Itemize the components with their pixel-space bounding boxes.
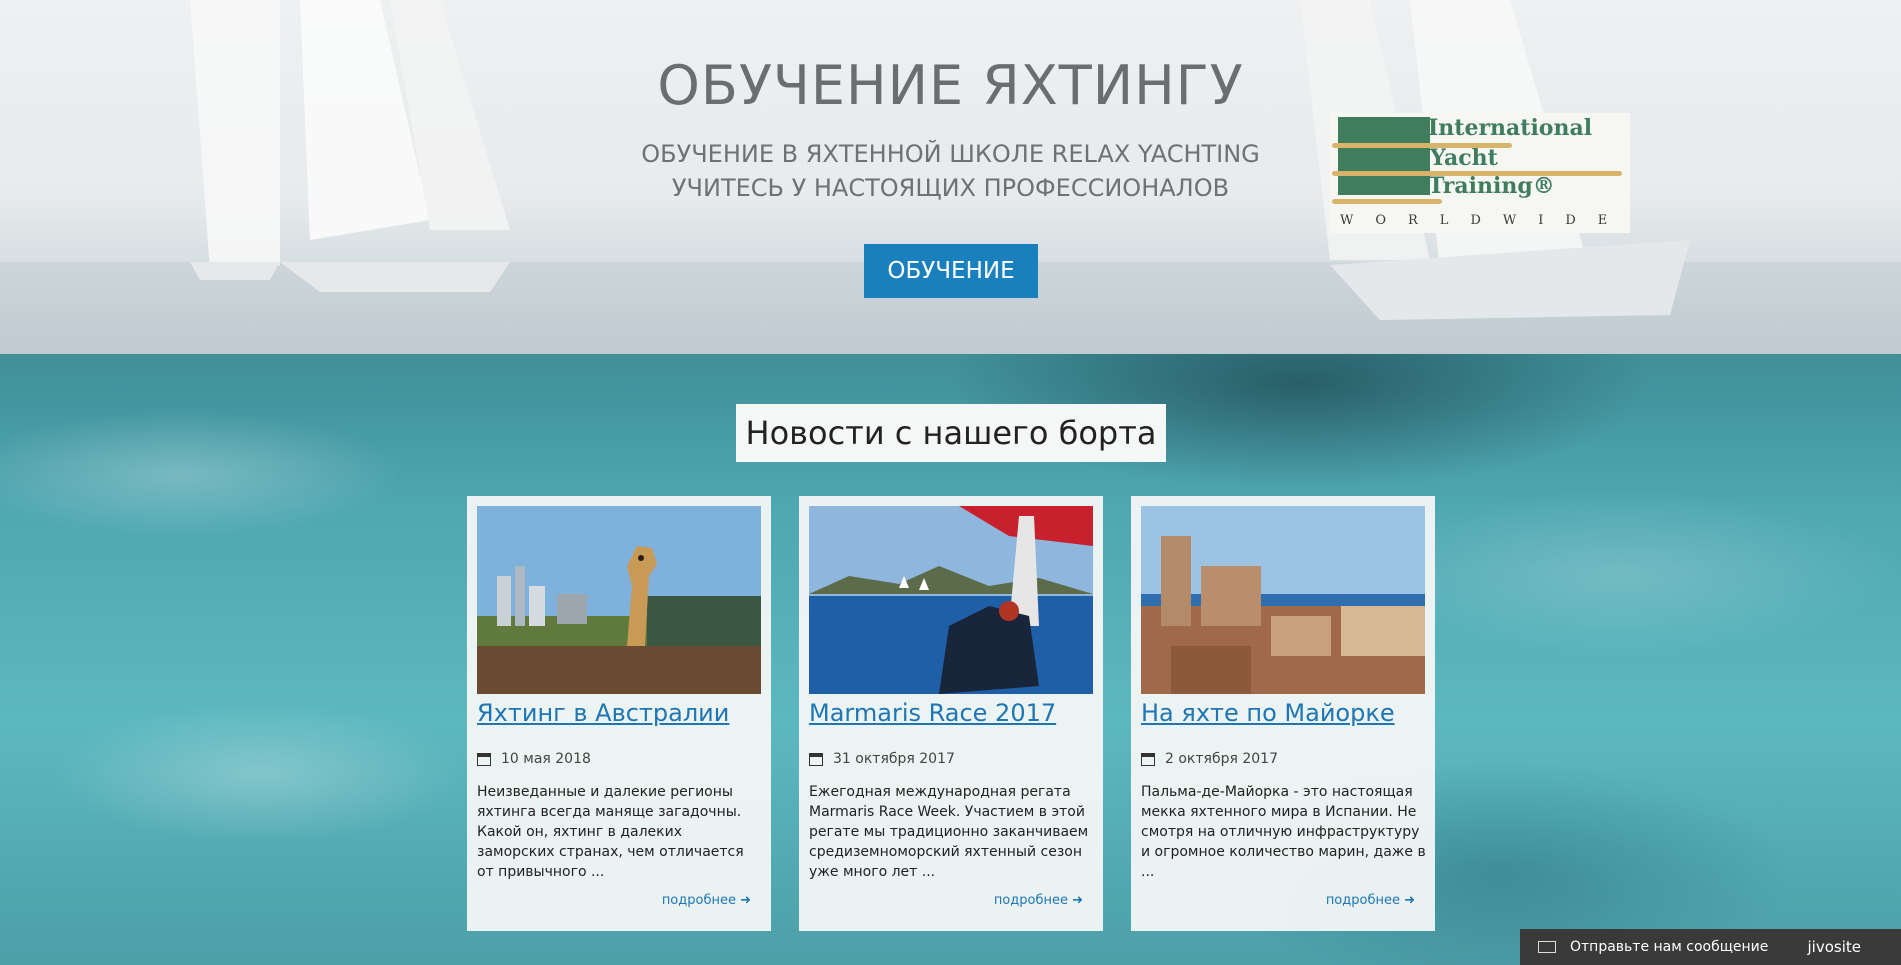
card-date: 2 октября 2017 [1141,751,1278,767]
read-more-link[interactable]: подробнее ➜ [994,893,1083,908]
card-image[interactable] [1141,506,1425,694]
iyt-logo[interactable]: International Yacht Training® WORLDWIDE [1330,113,1630,233]
card-excerpt: Неизведанные и далекие регионы яхтинга в… [477,784,744,880]
chat-label: Отправьте нам сообщение [1570,939,1769,955]
hero-banner: ОБУЧЕНИЕ ЯХТИНГУ ОБУЧЕНИЕ В ЯХТЕННОЙ ШКО… [0,0,1901,354]
card-excerpt: Пальма-де-Майорка - это настоящая мекка … [1141,784,1426,880]
page-title: ОБУЧЕНИЕ ЯХТИНГУ [657,54,1244,117]
card-date-text: 2 октября 2017 [1165,751,1278,767]
news-card: Marmaris Race 2017 31 октября 2017 Ежего… [799,496,1103,931]
card-date: 31 октября 2017 [809,751,955,767]
card-date-text: 10 мая 2018 [501,751,591,767]
logo-square [1338,117,1430,195]
card-excerpt: Ежегодная международная регата Marmaris … [809,784,1089,880]
training-button[interactable]: ОБУЧЕНИЕ [864,244,1038,298]
logo-line-2: Yacht [1430,145,1498,171]
card-title-link[interactable]: Marmaris Race 2017 [809,699,1056,727]
read-more-link[interactable]: подробнее ➜ [1326,893,1415,908]
chat-brand: jivosite [1807,938,1861,956]
card-image[interactable] [477,506,761,694]
logo-line-1: International [1428,115,1593,141]
read-more-link[interactable]: подробнее ➜ [662,893,751,908]
card-title-link[interactable]: Яхтинг в Австралии [477,699,729,727]
calendar-icon [1141,752,1155,766]
chat-widget[interactable]: Отправьте нам сообщение jivosite [1520,929,1901,965]
card-date-text: 31 октября 2017 [833,751,955,767]
card-image[interactable] [809,506,1093,694]
logo-tagline: WORLDWIDE [1340,213,1630,228]
envelope-icon [1538,941,1556,953]
news-card: На яхте по Майорке 2 октября 2017 Пальма… [1131,496,1435,931]
logo-line-3: Training® [1428,173,1555,199]
card-date: 10 мая 2018 [477,751,591,767]
calendar-icon [477,752,491,766]
calendar-icon [809,752,823,766]
news-card: Яхтинг в Австралии 10 мая 2018 Неизведан… [467,496,771,931]
card-title-link[interactable]: На яхте по Майорке [1141,699,1395,727]
news-section-title: Новости с нашего борта [736,404,1166,462]
